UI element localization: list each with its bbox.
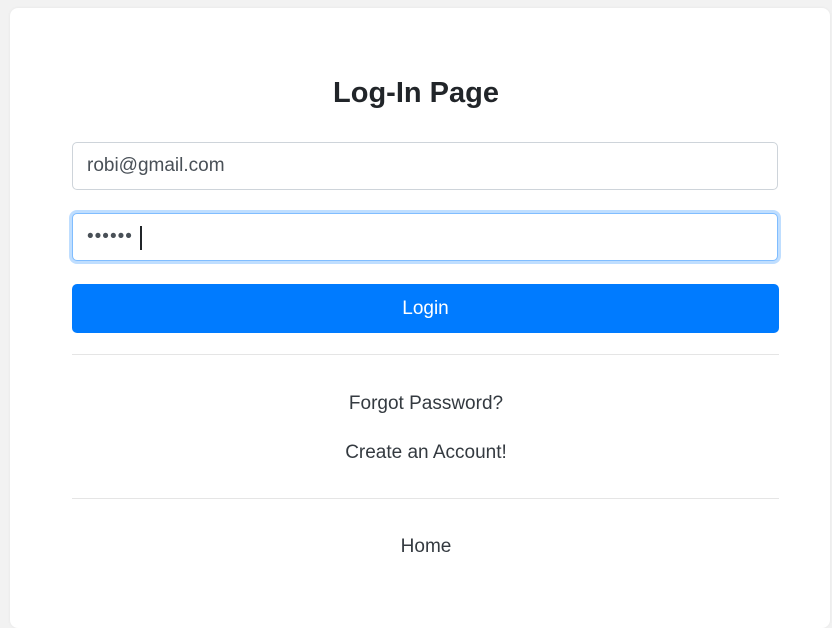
login-button[interactable]: Login bbox=[72, 284, 779, 333]
text-caret bbox=[140, 226, 142, 250]
password-field[interactable] bbox=[72, 213, 778, 261]
divider bbox=[72, 498, 779, 499]
divider bbox=[72, 354, 779, 355]
home-link[interactable]: Home bbox=[0, 534, 832, 560]
email-field[interactable] bbox=[72, 142, 778, 190]
create-account-link[interactable]: Create an Account! bbox=[0, 440, 832, 466]
forgot-password-link[interactable]: Forgot Password? bbox=[0, 391, 832, 417]
page-title: Log-In Page bbox=[333, 77, 499, 109]
